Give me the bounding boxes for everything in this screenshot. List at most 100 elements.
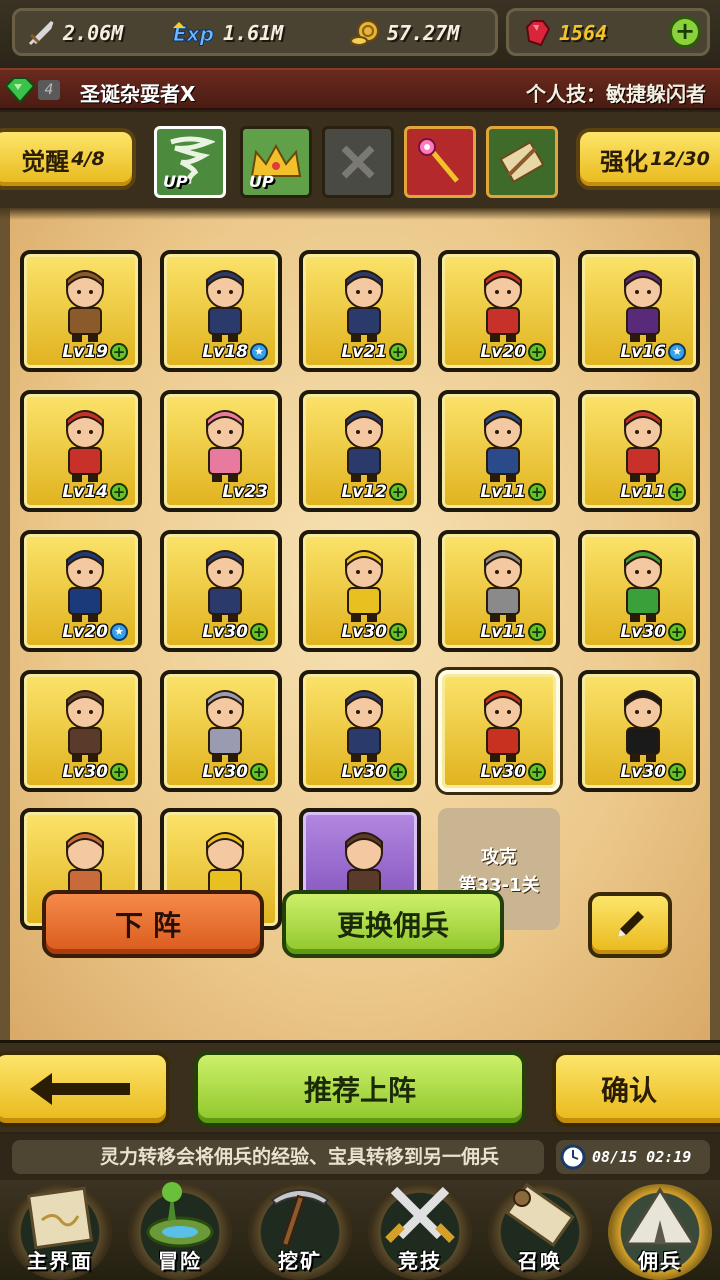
exp-resource: Exp 1.61M [171,15,284,51]
nav-home[interactable]: 主界面 [0,1180,120,1280]
mercenary-card[interactable]: Lv30 + [160,530,282,652]
mercenary-card[interactable]: Lv14 + [20,390,142,512]
tip-text: 灵力转移会将佣兵的经验、宝具转移到另一佣兵 [12,1140,544,1174]
mercenary-level-text: Lv20 [480,342,526,362]
nav-arena[interactable]: 竞技 [360,1180,480,1280]
mercenary-portrait-icon [345,270,383,342]
mercenary-card[interactable]: Lv11 + [438,530,560,652]
mercenary-card[interactable]: Lv30 + [438,670,560,792]
buy-gems-button[interactable]: + [669,16,701,48]
skill-slot-scroll[interactable] [486,126,558,198]
replace-mercenary-button[interactable]: 更换佣兵 [282,890,504,958]
star-badge-icon: ★ [110,623,128,641]
clock: 08/15 02:19 [556,1140,710,1174]
mercenary-portrait-icon [206,690,244,762]
mercenary-portrait-icon [66,410,104,482]
mercenary-card[interactable]: Lv30 + [578,530,700,652]
mercenary-card[interactable]: Lv30 + [299,670,421,792]
gold-value: 57.27M [387,21,460,45]
nav-mining-label: 挖矿 [278,1249,322,1273]
mercenary-portrait-icon [206,410,244,482]
mercenary-level: Lv20 ★ [62,622,128,642]
nav-summon[interactable]: 召唤 [480,1180,600,1280]
mercenary-level: Lv30 + [202,622,268,642]
tip-bar: 灵力转移会将佣兵的经验、宝具转移到另一佣兵 08/15 02:19 [0,1134,720,1180]
recommend-deploy-button[interactable]: 推荐上阵 [194,1051,526,1127]
skill-slot-staff[interactable] [404,126,476,198]
mercenary-card[interactable]: Lv30 + [299,530,421,652]
mercenary-portrait-icon [484,550,522,622]
magic-staff-icon [418,138,459,183]
hero-name: 圣诞杂耍者X [80,82,196,106]
mercenary-level-text: Lv23 [222,482,268,502]
mercenary-level-text: Lv11 [620,482,666,502]
plus-badge-icon: + [250,763,268,781]
mercenary-level: Lv11 + [480,622,546,642]
gold-coins-icon [349,17,381,49]
mercenary-level: Lv23 [222,482,268,502]
nav-adventure[interactable]: 冒险 [120,1180,240,1280]
mercenary-level: Lv30 + [341,762,407,782]
action-row: 推荐上阵 确认 [0,1040,720,1132]
mercenary-card[interactable]: Lv12 + [299,390,421,512]
mercenary-card[interactable]: Lv11 + [438,390,560,512]
mercenary-level-text: Lv14 [62,482,108,502]
skill-slot-crown[interactable]: UP [240,126,312,198]
plus-badge-icon: + [528,763,546,781]
awaken-count: 4/8 [71,148,105,170]
plus-badge-icon: + [668,483,686,501]
mercenary-level: Lv18 ★ [202,342,268,362]
attack-resource: 2.06M [25,15,123,51]
enhance-button[interactable]: 强化 12/30 [576,128,720,190]
plus-badge-icon: + [528,623,546,641]
mercenary-level-text: Lv16 [620,342,666,362]
awaken-button[interactable]: 觉醒 4/8 [0,128,136,190]
mercenary-card[interactable]: Lv16 ★ [578,250,700,372]
mercenary-level: Lv19 + [62,342,128,362]
mercenary-portrait-icon [484,270,522,342]
mercenary-level-text: Lv30 [341,762,387,782]
mercenary-level-text: Lv11 [480,622,526,642]
clock-icon [560,1144,586,1170]
mercenary-level-text: Lv12 [341,482,387,502]
mercenary-card[interactable]: Lv21 + [299,250,421,372]
mercenary-level-text: Lv30 [202,762,248,782]
confirm-button[interactable]: 确认 [552,1051,720,1127]
exp-value: 1.61M [223,21,284,45]
mercenary-card[interactable]: Lv30 + [160,670,282,792]
mercenary-card[interactable]: Lv19 + [20,250,142,372]
rank-number: 4 [38,80,60,100]
mercenary-card[interactable]: Lv20 ★ [20,530,142,652]
nav-mining[interactable]: 挖矿 [240,1180,360,1280]
rank-badge: 4 [4,76,64,104]
mercenary-card[interactable]: Lv30 + [20,670,142,792]
mercenary-level: Lv30 + [341,622,407,642]
mercenary-card[interactable]: Lv30 + [578,670,700,792]
scroll-icon [499,140,545,184]
plus-badge-icon: + [528,483,546,501]
gem-resource: 1564 [521,15,607,51]
nav-home-label: 主界面 [27,1249,93,1273]
mercenary-card[interactable]: Lv20 + [438,250,560,372]
mercenary-level: Lv30 + [62,762,128,782]
mercenary-portrait-icon [206,270,244,342]
mercenary-card[interactable]: Lv11 + [578,390,700,512]
attack-value: 2.06M [63,21,124,45]
mercenary-card[interactable]: Lv18 ★ [160,250,282,372]
mercenary-level: Lv16 ★ [620,342,686,362]
mercenary-portrait-icon [345,550,383,622]
awaken-label: 觉醒 [21,147,70,176]
remove-from-team-button[interactable]: 下阵 [42,890,264,958]
ruby-icon [521,17,553,49]
nav-mercenary[interactable]: 佣兵 [600,1180,720,1280]
back-button[interactable] [0,1051,170,1127]
edit-button[interactable] [588,892,672,958]
star-badge-icon: ★ [668,343,686,361]
mercenary-portrait-icon [66,550,104,622]
mercenary-card[interactable]: Lv23 [160,390,282,512]
mercenary-level: Lv21 + [341,342,407,362]
skill-slot-tornado[interactable]: UP [154,126,226,198]
close-x-icon [341,145,375,179]
skill-slot-locked[interactable] [322,126,394,198]
hero-title-bar: 4 圣诞杂耍者X 个人技：敏捷躲闪者 [0,68,720,110]
